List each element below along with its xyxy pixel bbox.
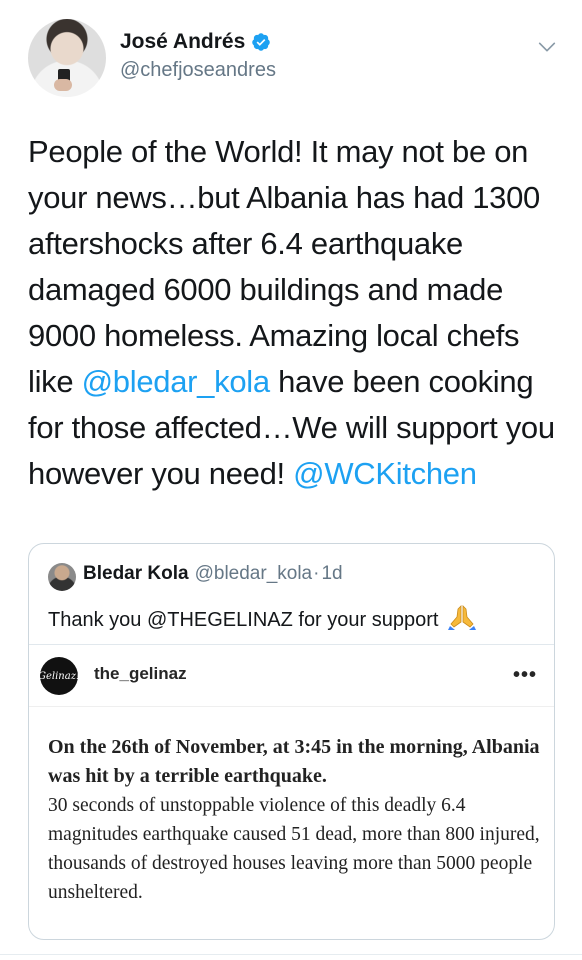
quoted-tweet[interactable]: Bledar Kola @bledar_kola · 1d Thank you … <box>28 543 555 940</box>
folded-hands-icon <box>448 605 477 630</box>
author-name-row: José Andrés <box>120 30 271 54</box>
quoted-separator: · <box>313 563 320 584</box>
tweet-card: José Andrés @chefjoseandres People of th… <box>0 0 582 960</box>
author-avatar[interactable] <box>28 19 106 97</box>
hand-shape <box>54 79 72 91</box>
quoted-header: Bledar Kola @bledar_kola · 1d <box>83 563 343 585</box>
instagram-post-image: On the 26th of November, at 3:45 in the … <box>48 733 548 907</box>
author-display-name[interactable]: José Andrés <box>120 30 245 54</box>
author-handle[interactable]: @chefjoseandres <box>120 59 276 82</box>
mention-link-wckitchen[interactable]: @WCKitchen <box>293 456 477 491</box>
verified-badge-icon <box>252 33 271 51</box>
tweet-text: People of the World! It may not be on yo… <box>28 129 568 497</box>
quoted-text: Thank you @THEGELINAZ for your support <box>48 604 477 632</box>
quoted-text-body: Thank you @THEGELINAZ for your support <box>48 609 439 631</box>
mention-link-bledar-kola[interactable]: @bledar_kola <box>82 364 270 399</box>
instagram-username[interactable]: the_gelinaz <box>94 664 187 684</box>
quoted-timestamp: 1d <box>321 563 343 584</box>
quoted-author-handle: @bledar_kola <box>194 563 313 584</box>
instagram-divider <box>29 706 554 707</box>
instagram-embed[interactable]: Gelinaz! the_gelinaz ••• On the 26th of … <box>29 644 554 939</box>
tweet-divider <box>0 954 582 955</box>
chevron-down-icon[interactable] <box>536 36 558 58</box>
quoted-author-avatar[interactable] <box>48 563 76 591</box>
gelinaz-logo[interactable]: Gelinaz! <box>38 657 80 695</box>
quoted-author-name: Bledar Kola <box>83 563 189 584</box>
more-options-icon[interactable]: ••• <box>513 664 537 687</box>
post-headline: On the 26th of November, at 3:45 in the … <box>48 736 540 787</box>
post-body: 30 seconds of unstoppable violence of th… <box>48 795 540 903</box>
tweet-text-segment: People of the World! It may not be on yo… <box>28 134 541 399</box>
